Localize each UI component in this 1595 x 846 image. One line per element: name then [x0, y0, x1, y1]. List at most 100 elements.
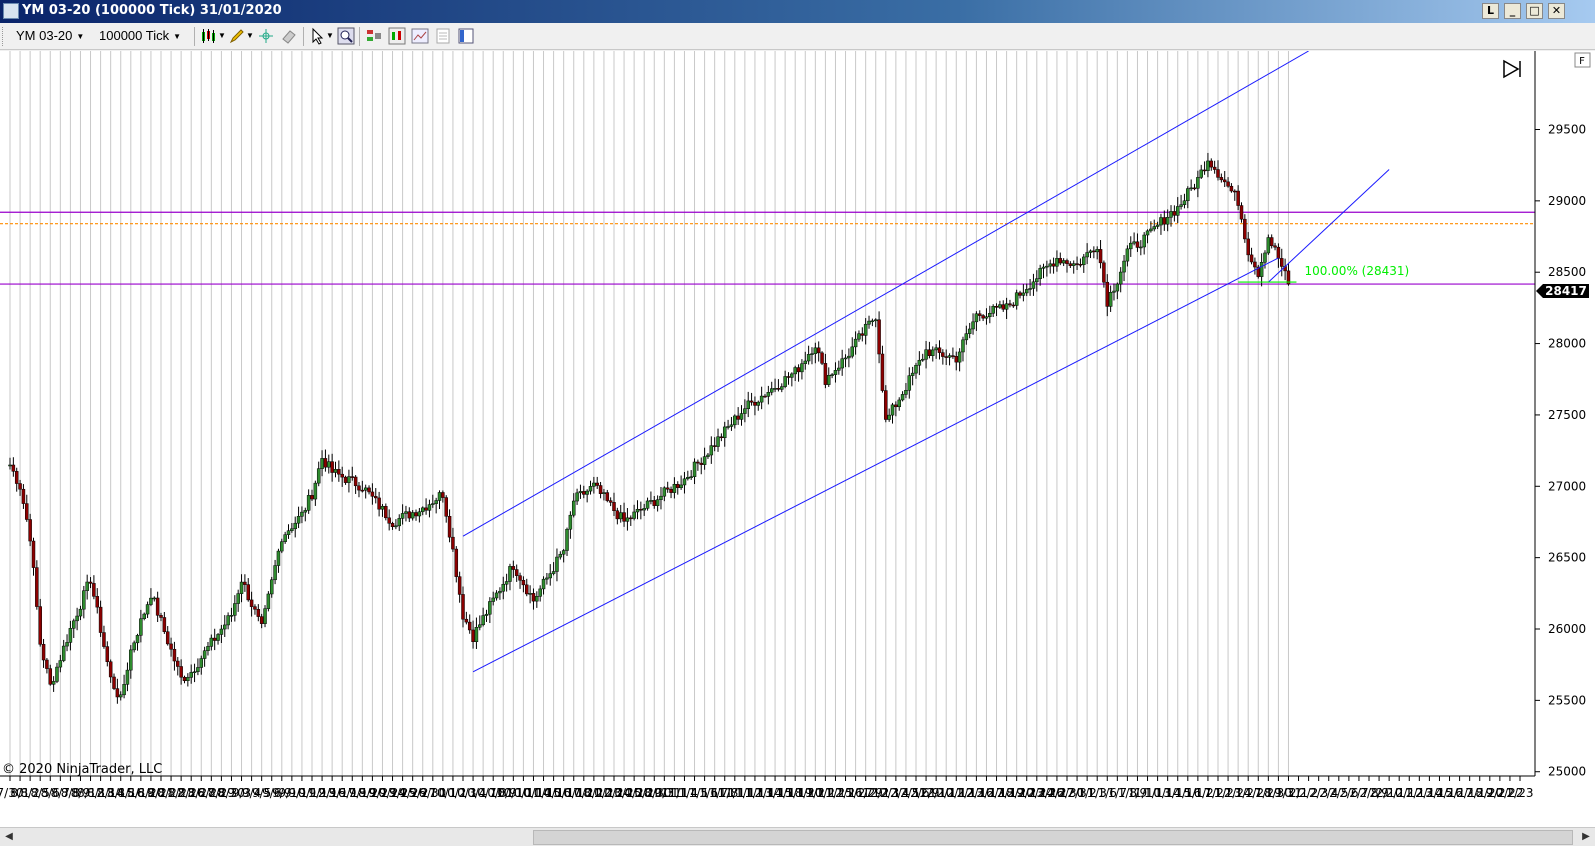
candle-body — [847, 355, 851, 359]
candle-body — [904, 390, 908, 395]
candle-body — [169, 643, 173, 650]
candle-body — [914, 364, 918, 374]
candle-body — [508, 566, 512, 582]
y-tick-label: 29000 — [1548, 194, 1586, 208]
candle-body — [1229, 185, 1234, 192]
candle-body — [320, 458, 324, 469]
panel-tag-label: F — [1579, 56, 1585, 67]
candle-body — [951, 355, 955, 357]
chevron-down-icon[interactable]: ▼ — [246, 31, 254, 40]
candle-body — [377, 497, 381, 510]
candle-body — [1075, 263, 1079, 265]
candle-body — [642, 508, 646, 511]
candle-body — [21, 488, 26, 504]
candle-body — [1273, 245, 1277, 248]
close-button[interactable]: ✕ — [1548, 3, 1565, 19]
candle-body — [753, 402, 757, 406]
chevron-down-icon[interactable]: ▼ — [326, 31, 334, 40]
minimize-button[interactable]: _ — [1504, 3, 1521, 19]
window-title: YM 03-20 (100000 Tick) 31/01/2020 — [22, 3, 282, 18]
candle-body — [31, 540, 36, 568]
horizontal-scrollbar[interactable]: ◀ ▶ — [0, 827, 1595, 846]
candle-body — [296, 516, 301, 524]
candle-body — [712, 445, 717, 447]
candle-body — [994, 305, 999, 308]
candle-body — [1192, 187, 1197, 190]
candle-body — [813, 347, 818, 354]
instrument-selector[interactable]: YM 03-20 ▼ — [16, 28, 84, 43]
candle-body — [1118, 271, 1123, 285]
chart-panel[interactable]: 100.00% (28431) 25000 25500 26000 26500 2700… — [0, 51, 1595, 827]
panel-tag-button[interactable]: F — [1574, 52, 1591, 68]
y-axis[interactable]: 25000 25500 26000 26500 27000 27500 28000 28500… — [1535, 122, 1586, 779]
candle-body — [1102, 262, 1106, 283]
candle-body — [954, 356, 959, 363]
candle-body — [830, 374, 834, 376]
eraser-icon[interactable] — [280, 27, 298, 45]
candle-body — [1088, 250, 1093, 253]
candle-body — [860, 333, 865, 336]
maximize-button[interactable]: □ — [1526, 3, 1543, 19]
scroll-right-icon[interactable]: ▶ — [1579, 830, 1593, 844]
candle-body — [316, 468, 321, 484]
candle-body — [461, 594, 465, 620]
candle-body — [1249, 254, 1254, 263]
candle-body — [186, 677, 190, 681]
candle-body — [1014, 292, 1019, 306]
scroll-left-icon[interactable]: ◀ — [2, 830, 16, 844]
candle-body — [1129, 242, 1133, 250]
candle-body — [249, 599, 254, 607]
candlestick-style-icon[interactable] — [200, 27, 218, 45]
price-chart[interactable]: 100.00% (28431) 25000 25500 26000 26500 2700… — [0, 51, 1595, 827]
candle-body — [1189, 187, 1193, 190]
candle-body — [776, 388, 781, 390]
candle-body — [118, 694, 123, 698]
candle-body — [256, 609, 261, 617]
candle-body — [68, 628, 73, 643]
candle-body — [384, 506, 388, 519]
candle-body — [327, 461, 331, 468]
strategy-icon[interactable] — [365, 27, 383, 45]
candle-body — [749, 400, 754, 403]
pointer-icon[interactable] — [309, 27, 327, 45]
candle-body — [467, 621, 472, 631]
chevron-down-icon[interactable]: ▼ — [218, 31, 226, 40]
candle-body — [444, 497, 448, 517]
candle-body — [290, 528, 294, 531]
candle-body — [702, 456, 707, 465]
candle-body — [417, 511, 422, 517]
data-box-icon[interactable] — [434, 27, 452, 45]
candle-body — [1085, 252, 1089, 258]
candle-body — [337, 469, 341, 475]
candle-body — [900, 394, 905, 401]
candle-body — [890, 404, 895, 416]
candle-body — [1276, 246, 1281, 259]
candle-body — [880, 353, 885, 391]
candle-body — [605, 492, 610, 501]
candle-body — [1055, 258, 1059, 267]
candle-body — [1222, 179, 1227, 183]
candle-body — [827, 375, 831, 385]
title-bar[interactable]: YM 03-20 (100000 Tick) 31/01/2020 L _ □ … — [0, 0, 1595, 23]
scroll-thumb[interactable] — [533, 830, 1573, 845]
interval-selector[interactable]: 100000 Tick ▼ — [99, 28, 181, 43]
link-button[interactable]: L — [1482, 3, 1499, 19]
crosshair-icon[interactable] — [257, 27, 275, 45]
candle-body — [246, 584, 250, 601]
chart-trader-icon[interactable] — [457, 27, 475, 45]
indicator-icon[interactable] — [388, 27, 406, 45]
candle-body — [659, 495, 663, 500]
zoom-icon[interactable] — [337, 27, 355, 45]
candle-body — [699, 462, 703, 465]
x-axis[interactable]: 7/308/18/28/58/68/78/88/98/128/138/148/1… — [0, 776, 1533, 800]
candle-body — [1206, 160, 1210, 171]
properties-icon[interactable] — [411, 27, 429, 45]
candle-body — [1216, 169, 1220, 178]
candle-body — [551, 571, 556, 574]
candle-body — [857, 333, 861, 340]
candle-body — [907, 375, 912, 391]
copyright-text: © 2020 NinjaTrader, LLC — [2, 762, 162, 777]
candle-body — [283, 534, 287, 542]
candle-body — [216, 634, 220, 641]
pencil-draw-icon[interactable] — [228, 27, 246, 45]
